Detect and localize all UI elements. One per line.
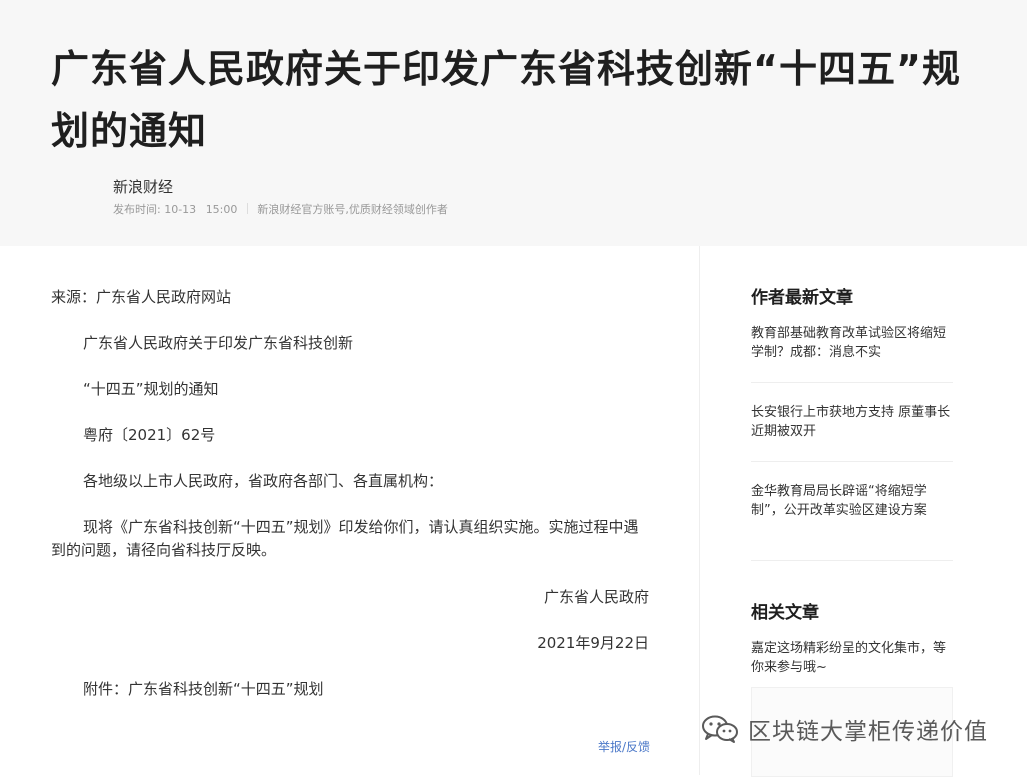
- author-avatar[interactable]: [52, 173, 100, 221]
- article-meta: 发布时间: 10-13 15:00 新浪财经官方账号,优质财经领域创作者: [113, 201, 448, 217]
- article-source: 来源：广东省人民政府网站: [51, 288, 232, 306]
- article-paragraph: 现将《广东省科技创新“十四五”规划》印发给你们，请认真组织实施。实施过程中遇到的…: [51, 518, 639, 559]
- article-paragraph: 广东省人民政府关于印发广东省科技创新: [83, 334, 354, 352]
- related-article-link[interactable]: 嘉定这场精彩纷呈的文化集市，等你来参与哦~: [751, 639, 953, 677]
- article-paragraph: 各地级以上市人民政府，省政府各部门、各直属机构：: [83, 472, 444, 490]
- watermark-text: 区块链大掌柜传递价值: [748, 719, 988, 745]
- column-divider: [699, 246, 700, 775]
- publish-time: 15:00: [205, 203, 238, 216]
- latest-articles-heading: 作者最新文章: [751, 288, 853, 308]
- wechat-icon: [702, 715, 738, 743]
- watermark: 区块链大掌柜传递价值: [700, 711, 988, 747]
- article-date: 2021年9月22日: [537, 634, 649, 652]
- author-name[interactable]: 新浪财经: [113, 176, 173, 197]
- article-attachment: 附件：广东省科技创新“十四五”规划: [83, 680, 324, 698]
- article-header: 广东省人民政府关于印发广东省科技创新“十四五”规划的通知 新浪财经 发布时间: …: [0, 0, 1027, 246]
- publish-date: 10-13: [164, 203, 197, 216]
- list-divider: [751, 382, 953, 383]
- latest-article-link[interactable]: 长安银行上市获地方支持 原董事长近期被双开: [751, 403, 953, 441]
- related-articles-heading: 相关文章: [751, 603, 819, 623]
- latest-article-link[interactable]: 教育部基础教育改革试验区将缩短学制？成都：消息不实: [751, 324, 953, 362]
- report-feedback-link[interactable]: 举报/反馈: [598, 738, 650, 755]
- latest-article-link[interactable]: 金华教育局局长辟谣“将缩短学制”，公开改革实验区建设方案: [751, 482, 953, 520]
- author-description: 新浪财经官方账号,优质财经领域创作者: [257, 203, 448, 216]
- publish-label: 发布时间:: [113, 203, 161, 216]
- article-signature: 广东省人民政府: [543, 588, 649, 606]
- meta-divider: [246, 203, 248, 214]
- article-paragraph: “十四五”规划的通知: [83, 380, 219, 398]
- list-divider: [751, 461, 953, 462]
- article-title: 广东省人民政府关于印发广东省科技创新“十四五”规划的通知: [51, 47, 961, 153]
- article-paragraph: 粤府〔2021〕62号: [83, 426, 216, 444]
- list-divider: [751, 560, 953, 561]
